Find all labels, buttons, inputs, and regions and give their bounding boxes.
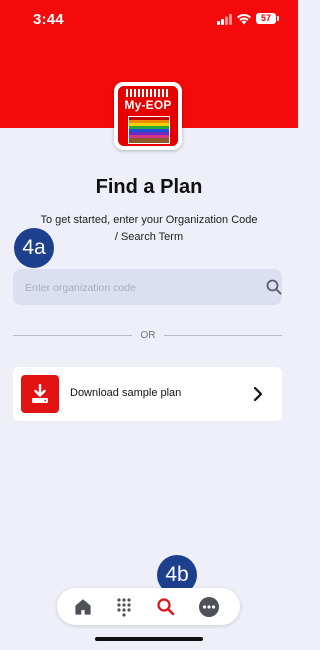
nav-search-button[interactable]	[146, 588, 186, 625]
logo-badge: My-EOP	[118, 86, 178, 146]
status-bar: 3:44 57	[0, 0, 298, 40]
download-icon-tile	[21, 375, 59, 413]
battery-level: 57	[260, 13, 271, 23]
chevron-right-icon	[253, 386, 263, 402]
home-icon	[75, 599, 91, 615]
search-icon[interactable]	[266, 279, 282, 295]
signal-icon	[217, 14, 232, 25]
divider-line-left	[13, 335, 132, 336]
status-time: 3:44	[33, 11, 64, 28]
logo-binding	[126, 89, 170, 97]
search-field[interactable]	[13, 269, 282, 307]
logo-text: My-EOP	[124, 98, 172, 112]
nav-home-button[interactable]	[63, 588, 103, 625]
wifi-icon	[237, 14, 251, 25]
home-indicator[interactable]	[95, 637, 203, 641]
nav-keypad-button[interactable]	[104, 588, 144, 625]
download-sample-plan-button[interactable]: Download sample plan	[13, 367, 282, 421]
logo-stripes	[128, 116, 170, 144]
page-title: Find a Plan	[95, 176, 203, 198]
app-logo: My-EOP	[114, 82, 182, 150]
divider-or-text: OR	[140, 330, 156, 341]
battery-icon: 57	[256, 13, 276, 24]
bottom-nav	[57, 588, 240, 625]
search-icon	[157, 598, 175, 616]
battery-tip	[277, 16, 279, 21]
page-subtitle: To get started, enter your Organization …	[40, 214, 258, 243]
annotation-badge-4a: 4a	[14, 228, 54, 268]
download-icon	[32, 383, 48, 403]
divider-line-right	[164, 335, 282, 336]
organization-code-input[interactable]	[23, 269, 247, 307]
download-sample-plan-label: Download sample plan	[70, 387, 182, 399]
more-icon	[199, 597, 219, 617]
keypad-icon	[117, 598, 131, 617]
nav-more-button[interactable]	[189, 588, 229, 625]
